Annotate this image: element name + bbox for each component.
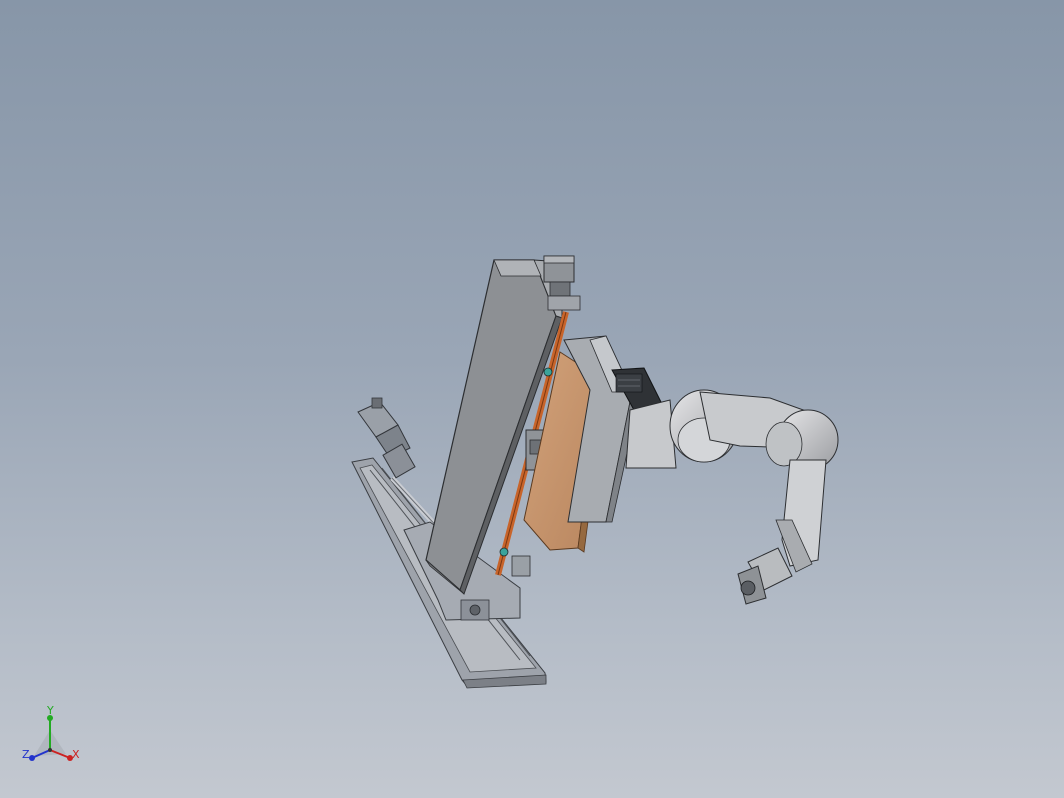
robot-arm[interactable]	[625, 389, 839, 573]
3d-viewport[interactable]: Y X Z	[0, 0, 1064, 798]
end-effector[interactable]	[737, 547, 793, 605]
vertical-column[interactable]	[425, 259, 563, 595]
cad-model-scene[interactable]	[0, 0, 1064, 798]
axis-triad	[29, 715, 73, 761]
y-axis-label: Y	[47, 704, 54, 717]
z-axis-label: Z	[22, 748, 30, 761]
x-axis-label: X	[72, 748, 80, 761]
